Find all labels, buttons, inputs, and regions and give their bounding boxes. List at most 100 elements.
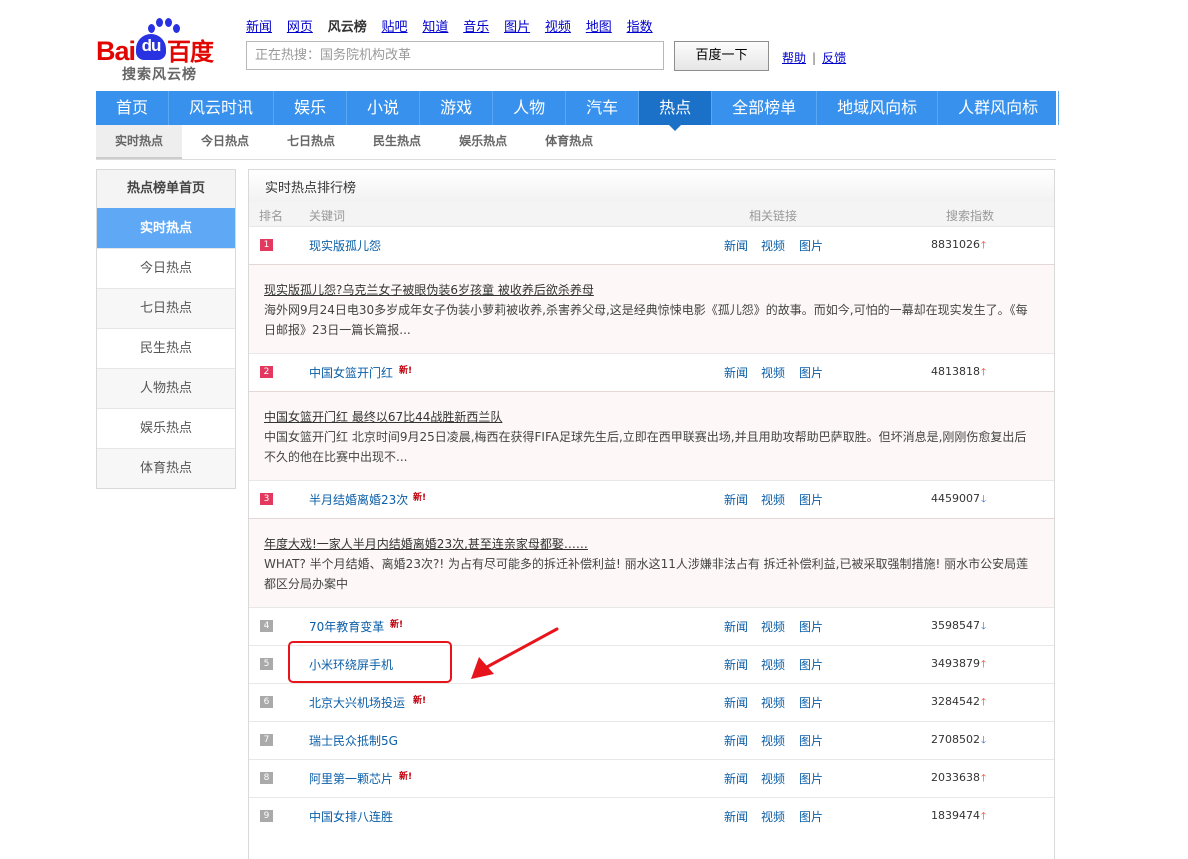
news-link[interactable]: 新闻 [724, 237, 748, 254]
subnav-seven-day[interactable]: 七日热点 [268, 125, 354, 158]
news-link[interactable]: 新闻 [724, 732, 748, 749]
sub-navigation: 实时热点 今日热点 七日热点 民生热点 娱乐热点 体育热点 [96, 125, 1056, 160]
topnav-map[interactable]: 地图 [586, 16, 612, 35]
search-index: 8831026🡑 [931, 238, 987, 251]
search-index: 3493879🡑 [931, 657, 987, 670]
image-link[interactable]: 图片 [799, 694, 823, 711]
topnav-web[interactable]: 网页 [287, 16, 313, 35]
keyword-link[interactable]: 半月结婚离婚23次 [309, 491, 408, 508]
topnav-video[interactable]: 视频 [545, 16, 571, 35]
image-link[interactable]: 图片 [799, 237, 823, 254]
keyword-link[interactable]: 中国女排八连胜 [309, 808, 393, 825]
rank-badge: 4 [260, 620, 273, 632]
video-link[interactable]: 视频 [761, 732, 785, 749]
subnav-realtime[interactable]: 实时热点 [96, 125, 183, 159]
sidebar-item-realtime[interactable]: 实时热点 [97, 208, 235, 248]
image-link[interactable]: 图片 [799, 364, 823, 381]
keyword-link[interactable]: 阿里第一颗芯片 [309, 770, 393, 787]
sidebar-item-sports[interactable]: 体育热点 [97, 448, 235, 488]
search-index: 2033638🡑 [931, 771, 987, 784]
subnav-today[interactable]: 今日热点 [182, 125, 268, 158]
topnav-fengyunbang[interactable]: 风云榜 [328, 16, 367, 35]
news-link[interactable]: 新闻 [724, 770, 748, 787]
video-link[interactable]: 视频 [761, 364, 785, 381]
topnav-music[interactable]: 音乐 [463, 16, 489, 35]
up-arrow-icon: 🡑 [981, 697, 987, 708]
detail-headline-link[interactable]: 中国女篮开门红 最终以67比44战胜新西兰队 [264, 408, 502, 425]
topnav-index[interactable]: 指数 [627, 16, 653, 35]
search-index: 4813818🡑 [931, 365, 987, 378]
mainnav-cars[interactable]: 汽车 [566, 91, 640, 125]
sidebar-item-today[interactable]: 今日热点 [97, 248, 235, 288]
sidebar-item-seven-day[interactable]: 七日热点 [97, 288, 235, 328]
col-rank: 排名 [259, 209, 284, 223]
mainnav-hotspot[interactable]: 热点 [639, 91, 713, 131]
video-link[interactable]: 视频 [761, 770, 785, 787]
detail-headline-link[interactable]: 现实版孤儿怨?乌克兰女子被眼伪装6岁孩童 被收养后欲杀养母 [264, 281, 594, 298]
image-link[interactable]: 图片 [799, 808, 823, 825]
image-link[interactable]: 图片 [799, 618, 823, 635]
logo-subtitle: 搜索风云榜 [122, 67, 197, 83]
logo-text: Bai du 百度 [96, 34, 214, 66]
link-separator: | [812, 51, 817, 65]
video-link[interactable]: 视频 [761, 491, 785, 508]
detail-headline-link[interactable]: 年度大戏!一家人半月内结婚离婚23次,甚至连亲家母都娶…… [264, 535, 588, 552]
image-link[interactable]: 图片 [799, 491, 823, 508]
keyword-link[interactable]: 现实版孤儿怨 [309, 237, 381, 254]
video-link[interactable]: 视频 [761, 237, 785, 254]
rank-badge: 7 [260, 734, 273, 746]
mainnav-home[interactable]: 首页 [96, 91, 170, 125]
highlight-box [288, 641, 452, 683]
up-arrow-icon: 🡑 [981, 659, 987, 670]
mainnav-all-lists[interactable]: 全部榜单 [712, 91, 818, 125]
sidebar-item-livelihood[interactable]: 民生热点 [97, 328, 235, 368]
top-navigation: 新闻 网页 风云榜 贴吧 知道 音乐 图片 视频 地图 指数 [246, 16, 664, 35]
news-link[interactable]: 新闻 [724, 364, 748, 381]
mainnav-games[interactable]: 游戏 [420, 91, 494, 125]
help-link[interactable]: 帮助 [782, 51, 806, 65]
sidebar-item-people[interactable]: 人物热点 [97, 368, 235, 408]
mainnav-novel[interactable]: 小说 [347, 91, 421, 125]
search-input[interactable]: 正在热搜：国务院机构改革 [246, 41, 664, 70]
video-link[interactable]: 视频 [761, 656, 785, 673]
mainnav-news[interactable]: 风云时讯 [169, 91, 275, 125]
keyword-link[interactable]: 北京大兴机场投运 [309, 694, 405, 711]
sidebar-title[interactable]: 热点榜单首页 [97, 170, 235, 208]
sidebar-item-entertainment[interactable]: 娱乐热点 [97, 408, 235, 448]
image-link[interactable]: 图片 [799, 656, 823, 673]
help-links: 帮助 | 反馈 [782, 49, 846, 66]
video-link[interactable]: 视频 [761, 618, 785, 635]
mainnav-regional[interactable]: 地域风向标 [817, 91, 939, 125]
rank-badge: 5 [260, 658, 273, 670]
search-index: 1839474🡑 [931, 809, 987, 822]
keyword-link[interactable]: 瑞士民众抵制5G [309, 732, 398, 749]
video-link[interactable]: 视频 [761, 808, 785, 825]
topnav-news[interactable]: 新闻 [246, 16, 272, 35]
news-link[interactable]: 新闻 [724, 808, 748, 825]
news-link[interactable]: 新闻 [724, 656, 748, 673]
image-link[interactable]: 图片 [799, 770, 823, 787]
table-row: 9 中国女排八连胜 新闻 视频 图片 1839474🡑 [249, 797, 1054, 835]
subnav-livelihood[interactable]: 民生热点 [354, 125, 440, 158]
detail-summary: WHAT? 半个月结婚、离婚23次?! 为占有尽可能多的拆迁补偿利益! 丽水这1… [264, 557, 1029, 591]
subnav-sports[interactable]: 体育热点 [526, 125, 612, 158]
subnav-entertainment[interactable]: 娱乐热点 [440, 125, 526, 158]
video-link[interactable]: 视频 [761, 694, 785, 711]
news-link[interactable]: 新闻 [724, 694, 748, 711]
topnav-images[interactable]: 图片 [504, 16, 530, 35]
mainnav-people[interactable]: 人物 [493, 91, 567, 125]
topnav-zhidao[interactable]: 知道 [422, 16, 448, 35]
search-button[interactable]: 百度一下 [674, 41, 769, 71]
sidebar: 热点榜单首页 实时热点 今日热点 七日热点 民生热点 人物热点 娱乐热点 体育热… [96, 169, 236, 489]
news-link[interactable]: 新闻 [724, 491, 748, 508]
topnav-tieba[interactable]: 贴吧 [382, 16, 408, 35]
image-link[interactable]: 图片 [799, 732, 823, 749]
baidu-logo[interactable]: Bai du 百度 搜索风云榜 [96, 18, 236, 83]
keyword-link[interactable]: 中国女篮开门红 [309, 364, 393, 381]
keyword-link[interactable]: 70年教育变革 [309, 618, 384, 635]
mainnav-entertainment[interactable]: 娱乐 [274, 91, 348, 125]
news-link[interactable]: 新闻 [724, 618, 748, 635]
feedback-link[interactable]: 反馈 [822, 51, 846, 65]
col-links: 相关链接 [749, 209, 798, 223]
mainnav-demographic[interactable]: 人群风向标 [938, 91, 1060, 125]
